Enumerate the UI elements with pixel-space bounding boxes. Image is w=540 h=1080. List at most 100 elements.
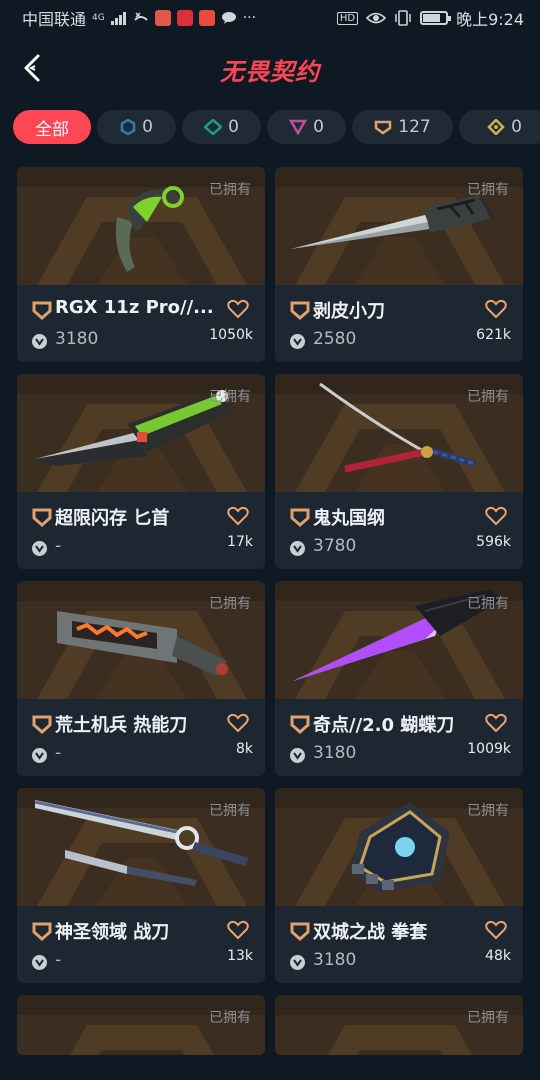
skin-card[interactable]: 已拥有 — [275, 995, 523, 1055]
skin-info: RGX 11z Pro//... 3180 1050k — [17, 285, 265, 362]
owned-label: 已拥有 — [209, 389, 251, 405]
heart-icon[interactable] — [485, 713, 507, 733]
skin-price: - — [55, 536, 62, 556]
skin-price: 2580 — [313, 329, 357, 349]
filter-exclusive-count: 127 — [398, 117, 431, 137]
skin-price: - — [55, 950, 62, 970]
skin-info: 双城之战 拳套 3180 48k — [275, 906, 523, 983]
skin-card[interactable]: 已拥有超限闪存 匕首 - 17k — [17, 374, 265, 569]
skin-grid: 已拥有 RGX 11z Pro//... 3180 1050k 已拥有 剥皮小刀 2580… — [17, 167, 523, 1055]
owned-label: 已拥有 — [209, 182, 251, 198]
tier-exclusive-icon — [32, 922, 52, 941]
vp-currency-icon — [290, 334, 305, 349]
app-notification-icon — [176, 10, 193, 26]
filter-ultra-tab[interactable]: 0 — [459, 110, 540, 144]
vp-currency-icon — [290, 541, 305, 556]
filter-premium-count: 0 — [313, 117, 324, 137]
like-count: 1050k — [209, 327, 253, 343]
vp-currency-icon — [290, 955, 305, 970]
skin-name: RGX 11z Pro//... — [55, 297, 214, 318]
skin-card[interactable]: 已拥有 — [17, 995, 265, 1055]
filter-all-label: 全部 — [35, 119, 69, 140]
skin-info: 荒土机兵 热能刀 - 8k — [17, 699, 265, 776]
like-count: 13k — [227, 948, 253, 964]
heart-icon[interactable] — [485, 920, 507, 940]
skin-image: 已拥有 — [17, 581, 265, 699]
skin-info: 神圣领域 战刀 - 13k — [17, 906, 265, 983]
filter-select-count: 0 — [142, 117, 153, 137]
skin-card[interactable]: 已拥有 剥皮小刀 2580 621k — [275, 167, 523, 362]
heart-icon[interactable] — [227, 299, 249, 319]
vibrate-icon — [395, 10, 411, 26]
skin-image: 已拥有 — [275, 581, 523, 699]
filter-deluxe-tab[interactable]: 0 — [182, 110, 261, 144]
status-bar: 中国联通 4G ··· HD 晚上9:24 — [0, 0, 540, 36]
page-title: 无畏契约 — [220, 58, 320, 86]
skin-image: 已拥有 — [275, 995, 523, 1055]
carrier-label: 中国联通 — [22, 10, 87, 29]
skin-image: 已拥有 — [275, 374, 523, 492]
skin-name: 荒土机兵 热能刀 — [55, 715, 188, 736]
filter-premium-tab[interactable]: 0 — [267, 110, 346, 144]
skin-image: 已拥有 — [17, 788, 265, 906]
owned-label: 已拥有 — [467, 389, 509, 405]
skin-card[interactable]: 已拥有荒土机兵 热能刀 - 8k — [17, 581, 265, 776]
heart-icon[interactable] — [227, 920, 249, 940]
vp-currency-icon — [32, 541, 47, 556]
like-count: 1009k — [467, 741, 511, 757]
clock: 晚上9:24 — [456, 10, 524, 29]
battery-icon — [420, 11, 452, 25]
skin-info: 剥皮小刀 2580 621k — [275, 285, 523, 362]
owned-label: 已拥有 — [209, 803, 251, 819]
vp-currency-icon — [32, 748, 47, 763]
vp-currency-icon — [290, 748, 305, 763]
skin-price: 3180 — [55, 329, 99, 349]
skin-price: - — [55, 743, 62, 763]
filter-exclusive-tab[interactable]: 127 — [352, 110, 453, 144]
message-icon — [221, 12, 236, 24]
skin-name: 鬼丸国纲 — [313, 508, 385, 529]
eye-icon — [366, 12, 387, 24]
skin-card[interactable]: 已拥有 双城之战 拳套 3180 48k — [275, 788, 523, 983]
tier-ultra-icon — [487, 119, 505, 135]
skin-name: 超限闪存 匕首 — [55, 508, 170, 529]
skin-price: 3780 — [313, 536, 357, 556]
skin-card[interactable]: 已拥有 RGX 11z Pro//... 3180 1050k — [17, 167, 265, 362]
skin-card[interactable]: 已拥有神圣领域 战刀 - 13k — [17, 788, 265, 983]
skin-image: 已拥有 — [275, 167, 523, 285]
tier-exclusive-icon — [32, 715, 52, 734]
heart-icon[interactable] — [227, 713, 249, 733]
hd-badge: HD — [336, 11, 359, 25]
skin-name: 双城之战 拳套 — [313, 922, 428, 943]
network-label: 4G — [92, 12, 105, 23]
filter-all-tab[interactable]: 全部 — [13, 110, 91, 144]
owned-label: 已拥有 — [467, 182, 509, 198]
like-count: 8k — [235, 741, 253, 757]
owned-label: 已拥有 — [209, 1010, 251, 1026]
skin-image: 已拥有 — [17, 995, 265, 1055]
skin-card[interactable]: 已拥有奇点//2.0 蝴蝶刀 3180 1009k — [275, 581, 523, 776]
tier-exclusive-icon — [375, 120, 392, 135]
skin-image: 已拥有 — [275, 788, 523, 906]
like-count: 17k — [227, 534, 253, 550]
like-count: 621k — [476, 327, 511, 343]
skin-name: 奇点//2.0 蝴蝶刀 — [313, 715, 455, 736]
vp-currency-icon — [32, 955, 47, 970]
tier-exclusive-icon — [290, 301, 310, 320]
app-notification-icon — [154, 10, 171, 26]
skin-image: 已拥有 — [17, 374, 265, 492]
filter-deluxe-count: 0 — [228, 117, 239, 137]
heart-icon[interactable] — [485, 299, 507, 319]
missed-call-icon — [134, 12, 148, 21]
tier-exclusive-icon — [290, 922, 310, 941]
skin-name: 神圣领域 战刀 — [55, 922, 170, 943]
skin-price: 3180 — [313, 743, 357, 763]
app-notification-icon — [198, 10, 215, 26]
skin-card[interactable]: 已拥有 鬼丸国纲 3780 596k — [275, 374, 523, 569]
heart-icon[interactable] — [485, 506, 507, 526]
owned-label: 已拥有 — [209, 596, 251, 612]
heart-icon[interactable] — [227, 506, 249, 526]
more-notifications-icon: ··· — [242, 10, 257, 26]
filter-select-tab[interactable]: 0 — [97, 110, 176, 144]
skin-info: 超限闪存 匕首 - 17k — [17, 492, 265, 569]
